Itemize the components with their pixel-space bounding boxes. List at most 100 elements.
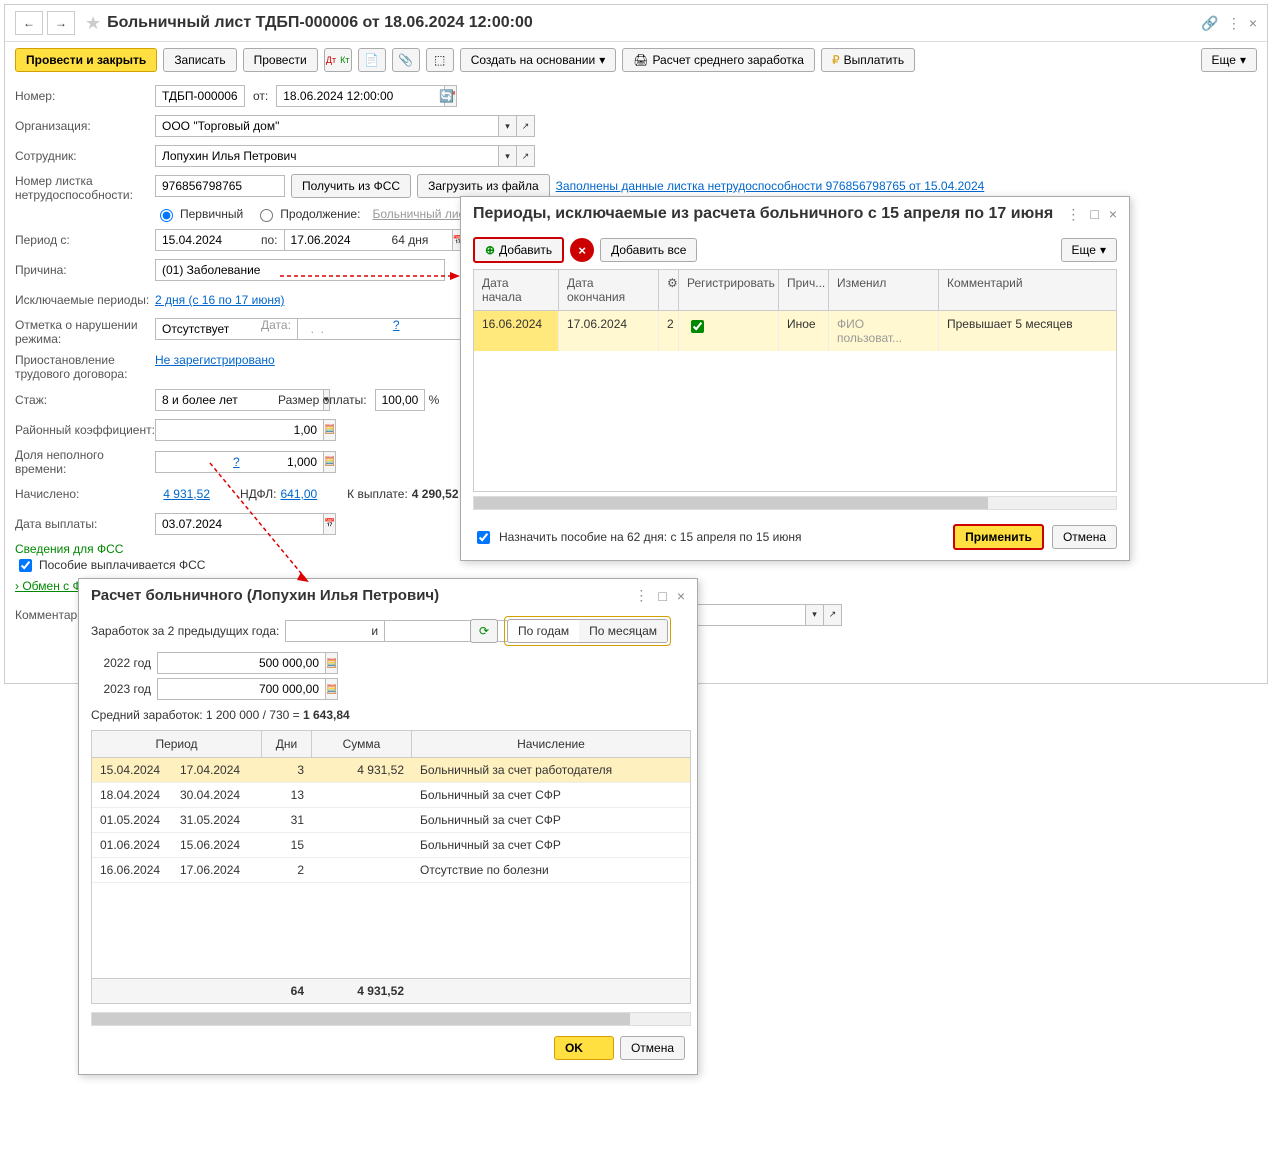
accrued-link[interactable]: 4 931,52 xyxy=(155,487,210,501)
attach-icon[interactable]: 📎 xyxy=(392,48,420,72)
col-start[interactable]: Дата начала xyxy=(474,270,559,310)
delete-button[interactable]: × xyxy=(570,238,594,262)
add-all-button[interactable]: Добавить все xyxy=(600,238,697,262)
assign-checkbox[interactable]: Назначить пособие на 62 дня: с 15 апреля… xyxy=(473,528,801,547)
calc-icon[interactable]: 🧮 xyxy=(326,678,338,700)
save-button[interactable]: Записать xyxy=(163,48,236,72)
back-button[interactable]: ← xyxy=(15,11,43,35)
cancel-button[interactable]: Отмена xyxy=(620,1036,685,1060)
suspend-link[interactable]: Не зарегистрировано xyxy=(155,353,275,367)
load-file-button[interactable]: Загрузить из файла xyxy=(417,174,550,198)
create-based-button[interactable]: Создать на основании ▾ xyxy=(460,48,617,72)
link-icon[interactable]: 🔗 xyxy=(1201,15,1218,32)
table-row[interactable]: 01.05.202431.05.202431Больничный за счет… xyxy=(92,808,690,833)
page-title: Больничный лист ТДБП-000006 от 18.06.202… xyxy=(107,14,1201,32)
date-field[interactable] xyxy=(276,85,445,107)
avg-earn-button[interactable]: 🖨 Расчет среднего заработка xyxy=(622,48,815,72)
pct-label: % xyxy=(429,393,440,407)
days-text: 64 дня xyxy=(392,233,429,247)
excluded-link[interactable]: 2 дня (с 16 по 17 июня) xyxy=(155,293,285,307)
apply-button[interactable]: Применить xyxy=(953,524,1044,550)
scrollbar-horizontal[interactable] xyxy=(91,1012,691,1026)
payrate-label: Размер оплаты: xyxy=(278,393,367,407)
open-icon[interactable]: ↗ xyxy=(517,115,535,137)
menu-icon[interactable]: ⋮ xyxy=(1066,206,1080,223)
col-comment[interactable]: Комментарий xyxy=(939,270,1116,310)
more-button[interactable]: Еще ▾ xyxy=(1061,238,1117,262)
sheet-no-field[interactable] xyxy=(155,175,285,197)
primary-radio[interactable]: Первичный xyxy=(155,206,243,222)
help-icon[interactable]: ? xyxy=(393,318,400,332)
number-field[interactable] xyxy=(155,85,245,107)
get-fss-button[interactable]: Получить из ФСС xyxy=(291,174,411,198)
col-end[interactable]: Дата окончания xyxy=(559,270,659,310)
star-icon[interactable]: ★ xyxy=(85,13,101,34)
report-icon[interactable]: ⬚ xyxy=(426,48,454,72)
calc-icon[interactable]: 🧮 xyxy=(326,652,338,674)
maximize-icon[interactable]: □ xyxy=(658,588,666,604)
popup1-title: Периоды, исключаемые из расчета больничн… xyxy=(473,205,1066,223)
pay-button[interactable]: ₽ Выплатить xyxy=(821,48,915,72)
by-year-tab[interactable]: По годам xyxy=(508,620,579,642)
arrow-annotation-icon xyxy=(280,270,460,282)
y2-field[interactable] xyxy=(157,678,326,700)
more-button[interactable]: Еще ▾ xyxy=(1201,48,1257,72)
post-close-button[interactable]: Провести и закрыть xyxy=(15,48,157,72)
dropdown-icon[interactable]: ▾ xyxy=(499,145,517,167)
org-field[interactable] xyxy=(155,115,499,137)
post-button[interactable]: Провести xyxy=(243,48,318,72)
forward-button[interactable]: → xyxy=(47,11,75,35)
col-reason[interactable]: Прич... xyxy=(779,270,829,310)
to-label: по: xyxy=(261,233,278,247)
calc-icon[interactable]: 🧮 xyxy=(324,419,336,441)
y1-field[interactable] xyxy=(157,652,326,674)
menu-icon[interactable]: ⋮ xyxy=(1227,15,1241,32)
by-month-tab[interactable]: По месяцам xyxy=(579,620,667,642)
col-accrual[interactable]: Начисление xyxy=(412,731,690,757)
table-row[interactable]: 18.04.202430.04.202413Больничный за счет… xyxy=(92,783,690,808)
dropdown-icon[interactable]: ▾ xyxy=(806,604,824,626)
continuation-radio[interactable]: Продолжение: xyxy=(255,206,360,222)
cell-reg[interactable] xyxy=(679,311,779,351)
payrate-field[interactable] xyxy=(375,389,425,411)
calc-icon[interactable]: 🧮 xyxy=(324,451,336,473)
close-icon[interactable]: × xyxy=(677,588,685,604)
close-icon[interactable]: × xyxy=(1109,206,1117,222)
table-row[interactable]: 01.06.202415.06.202415Больничный за счет… xyxy=(92,833,690,858)
reason-label: Причина: xyxy=(15,263,155,277)
scrollbar-horizontal[interactable] xyxy=(473,496,1117,510)
col-reg[interactable]: Регистрировать xyxy=(679,270,779,310)
col-changed[interactable]: Изменил xyxy=(829,270,939,310)
parttime-label: Доля неполного времени: xyxy=(15,448,155,476)
add-button[interactable]: ⊕ Добавить xyxy=(473,237,564,263)
dt-kt-icon[interactable]: ДтКт xyxy=(324,48,352,72)
table-row[interactable]: 16.06.2024 17.06.2024 2 Иное ФИО пользов… xyxy=(474,311,1116,351)
vio-date-label: Дата: xyxy=(261,318,291,332)
ok-button[interactable]: OK xyxy=(554,1036,614,1060)
number-label: Номер: xyxy=(15,89,155,103)
col-sum[interactable]: Сумма xyxy=(312,731,412,757)
col-days[interactable]: Дни xyxy=(262,731,312,757)
emp-field[interactable] xyxy=(155,145,499,167)
violation-label: Отметка о нарушении режима: xyxy=(15,318,155,347)
menu-icon[interactable]: ⋮ xyxy=(634,587,648,604)
maximize-icon[interactable]: □ xyxy=(1090,206,1098,222)
dropdown-icon[interactable]: ▾ xyxy=(499,115,517,137)
close-icon[interactable]: × xyxy=(1249,15,1257,31)
refresh-icon[interactable]: 🔄 xyxy=(439,89,454,103)
col-gear[interactable]: ⚙ xyxy=(659,270,679,310)
total-days: 64 xyxy=(262,979,312,1003)
refresh-button[interactable]: ⟳ xyxy=(470,619,498,643)
region-field[interactable] xyxy=(155,419,324,441)
earn-label: Заработок за 2 предыдущих года: xyxy=(91,624,279,638)
open-icon[interactable]: ↗ xyxy=(517,145,535,167)
table-row[interactable]: 15.04.202417.04.202434 931,52Больничный … xyxy=(92,758,690,783)
open-icon[interactable]: ↗ xyxy=(824,604,842,626)
filled-link[interactable]: Заполнены данные листка нетрудоспособнос… xyxy=(556,179,985,193)
cancel-button[interactable]: Отмена xyxy=(1052,525,1117,549)
cell-start: 16.06.2024 xyxy=(474,311,559,351)
doc-icon[interactable]: 📄 xyxy=(358,48,386,72)
table-row[interactable]: 16.06.202417.06.20242Отсутствие по болез… xyxy=(92,858,690,883)
calendar-icon[interactable]: 📅 xyxy=(324,513,336,535)
col-period[interactable]: Период xyxy=(92,731,262,757)
